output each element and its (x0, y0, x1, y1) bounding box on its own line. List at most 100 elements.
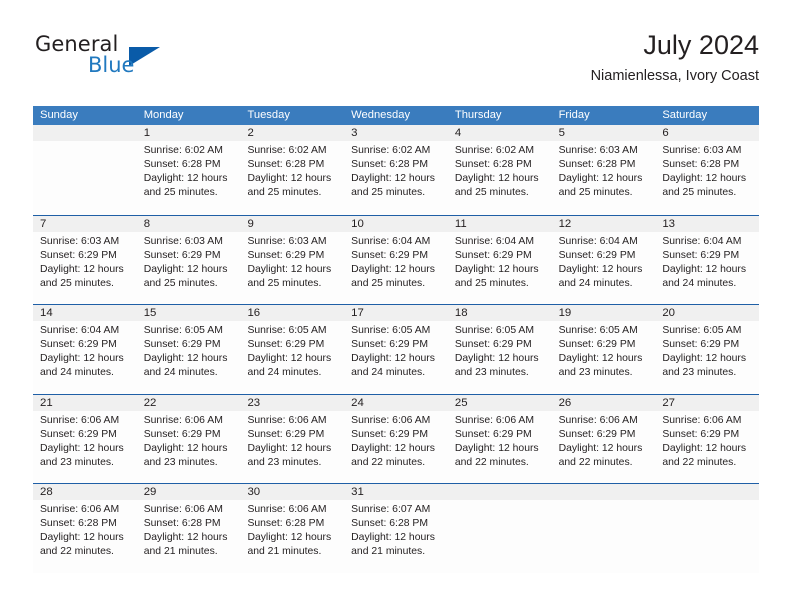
day-details: Sunrise: 6:03 AM Sunset: 6:28 PM Daylight:… (552, 141, 656, 200)
daylight-text: Daylight: 12 hours and 25 minutes. (558, 173, 643, 199)
day-cell-empty (33, 125, 137, 215)
day-details: Sunrise: 6:02 AM Sunset: 6:28 PM Daylight:… (344, 141, 448, 200)
day-details: Sunrise: 6:05 AM Sunset: 6:29 PM Daylight:… (344, 321, 448, 380)
day-cell[interactable]: 23 Sunrise: 6:06 AM Sunset: 6:29 PM Dayligh… (240, 394, 345, 483)
daylight-text: Daylight: 12 hours and 25 minutes. (143, 173, 228, 199)
day-cell[interactable]: 22 Sunrise: 6:06 AM Sunset: 6:29 PM Dayligh… (136, 394, 241, 483)
daylight-text: Daylight: 12 hours and 25 minutes. (247, 263, 332, 289)
day-details: Sunrise: 6:06 AM Sunset: 6:28 PM Daylight:… (137, 500, 241, 559)
day-number: 6 (655, 125, 760, 141)
sunrise-text: Sunrise: 6:03 AM (247, 235, 327, 247)
dow-header-friday: Friday (558, 109, 590, 121)
sunrise-text: Sunrise: 6:05 AM (351, 325, 431, 336)
week-row: 21 Sunrise: 6:06 AM Sunset: 6:29 PM Dayligh… (33, 393, 760, 483)
daylight-text: Daylight: 12 hours and 23 minutes. (558, 353, 643, 379)
day-cell[interactable]: 8 Sunrise: 6:03 AM Sunset: 6:29 PM Daylight… (136, 215, 241, 304)
day-number (33, 125, 137, 141)
day-cell[interactable]: 11 Sunrise: 6:04 AM Sunset: 6:29 PM Dayligh… (447, 215, 552, 304)
day-cell[interactable]: 3 Sunrise: 6:02 AM Sunset: 6:28 PM Daylight… (344, 125, 448, 215)
day-number: 17 (344, 305, 448, 321)
daylight-text: Daylight: 12 hours and 24 minutes. (143, 353, 228, 379)
sunset-text: Sunset: 6:29 PM (40, 428, 117, 440)
sunset-text: Sunset: 6:29 PM (351, 428, 428, 440)
dow-header-sunday: Sunday (40, 109, 78, 121)
sunrise-text: Sunrise: 6:06 AM (558, 414, 638, 426)
day-cell[interactable]: 14 Sunrise: 6:04 AM Sunset: 6:29 PM Dayligh… (33, 305, 137, 394)
dow-header-wednesday: Wednesday (351, 109, 411, 121)
daylight-text: Daylight: 12 hours and 24 minutes. (351, 353, 435, 379)
sunrise-text: Sunrise: 6:06 AM (143, 414, 223, 426)
day-cell[interactable]: 5 Sunrise: 6:03 AM Sunset: 6:28 PM Daylight… (551, 125, 656, 215)
sunrise-text: Sunrise: 6:04 AM (454, 235, 535, 247)
sunrise-text: Sunrise: 6:04 AM (351, 235, 431, 247)
day-cell[interactable]: 30 Sunrise: 6:06 AM Sunset: 6:28 PM Dayligh… (240, 484, 345, 573)
logo-text-blue: Blue (88, 53, 135, 77)
sunrise-text: Sunrise: 6:06 AM (40, 414, 120, 426)
day-cell[interactable]: 19 Sunrise: 6:05 AM Sunset: 6:29 PM Dayligh… (551, 305, 656, 394)
day-number: 13 (655, 215, 760, 232)
day-cell[interactable]: 10 Sunrise: 6:04 AM Sunset: 6:29 PM Dayligh… (344, 215, 448, 304)
day-details: Sunrise: 6:05 AM Sunset: 6:29 PM Daylight:… (137, 321, 241, 380)
day-number: 22 (136, 394, 241, 411)
day-cell[interactable]: 16 Sunrise: 6:05 AM Sunset: 6:29 PM Dayligh… (240, 305, 345, 394)
sunset-text: Sunset: 6:28 PM (351, 159, 428, 171)
sunrise-text: Sunrise: 6:03 AM (143, 235, 223, 247)
sunrise-text: Sunrise: 6:02 AM (143, 145, 223, 156)
day-details: Sunrise: 6:04 AM Sunset: 6:29 PM Daylight:… (552, 232, 656, 291)
daylight-text: Daylight: 12 hours and 24 minutes. (247, 353, 332, 379)
day-cell[interactable]: 6 Sunrise: 6:03 AM Sunset: 6:28 PM Daylight… (655, 125, 760, 215)
day-number (447, 484, 552, 500)
day-cell[interactable]: 17 Sunrise: 6:05 AM Sunset: 6:29 PM Dayligh… (344, 305, 448, 394)
day-cell[interactable]: 7 Sunrise: 6:03 AM Sunset: 6:29 PM Daylight… (33, 215, 137, 304)
day-cell[interactable]: 28 Sunrise: 6:06 AM Sunset: 6:28 PM Dayligh… (33, 484, 137, 573)
sunset-text: Sunset: 6:29 PM (454, 339, 532, 351)
day-cell[interactable]: 18 Sunrise: 6:05 AM Sunset: 6:29 PM Dayligh… (447, 305, 552, 394)
sunset-text: Sunset: 6:29 PM (40, 249, 117, 261)
day-details: Sunrise: 6:05 AM Sunset: 6:29 PM Daylight:… (552, 321, 656, 380)
day-cell[interactable]: 4 Sunrise: 6:02 AM Sunset: 6:28 PM Daylight… (447, 125, 552, 215)
day-cell[interactable]: 15 Sunrise: 6:05 AM Sunset: 6:29 PM Dayligh… (136, 305, 241, 394)
day-number: 12 (551, 215, 656, 232)
general-blue-logo[interactable]: General Blue (33, 34, 253, 90)
day-cell[interactable]: 31 Sunrise: 6:07 AM Sunset: 6:28 PM Dayligh… (344, 484, 448, 573)
sunset-text: Sunset: 6:29 PM (247, 249, 325, 261)
day-cell[interactable]: 2 Sunrise: 6:02 AM Sunset: 6:28 PM Daylight… (240, 125, 345, 215)
week-row: 28 Sunrise: 6:06 AM Sunset: 6:28 PM Dayligh… (33, 483, 760, 573)
dow-header-thursday: Thursday (454, 109, 502, 121)
sunset-text: Sunset: 6:29 PM (143, 428, 221, 440)
day-details: Sunrise: 6:02 AM Sunset: 6:28 PM Daylight:… (240, 141, 344, 200)
day-cell[interactable]: 29 Sunrise: 6:06 AM Sunset: 6:28 PM Dayligh… (136, 484, 241, 573)
day-cell[interactable]: 25 Sunrise: 6:06 AM Sunset: 6:29 PM Dayligh… (447, 394, 552, 483)
sunset-text: Sunset: 6:29 PM (40, 339, 117, 351)
day-cell[interactable]: 20 Sunrise: 6:05 AM Sunset: 6:29 PM Dayligh… (655, 305, 760, 394)
sunset-text: Sunset: 6:29 PM (558, 428, 636, 440)
day-details: Sunrise: 6:06 AM Sunset: 6:28 PM Daylight:… (240, 500, 344, 559)
day-cell[interactable]: 1 Sunrise: 6:02 AM Sunset: 6:28 PM Daylight… (136, 125, 241, 215)
sunset-text: Sunset: 6:29 PM (454, 428, 532, 440)
day-number: 26 (551, 394, 656, 411)
sunrise-text: Sunrise: 6:05 AM (454, 325, 535, 336)
sunrise-text: Sunrise: 6:02 AM (351, 145, 431, 156)
day-cell[interactable]: 13 Sunrise: 6:04 AM Sunset: 6:29 PM Dayligh… (655, 215, 760, 304)
daylight-text: Daylight: 12 hours and 23 minutes. (454, 353, 539, 379)
day-number (551, 484, 656, 500)
sunrise-text: Sunrise: 6:06 AM (662, 414, 742, 426)
day-number: 19 (551, 305, 656, 321)
sunrise-text: Sunrise: 6:06 AM (247, 504, 327, 515)
day-details: Sunrise: 6:06 AM Sunset: 6:29 PM Daylight:… (33, 411, 137, 470)
day-number: 3 (344, 125, 448, 141)
daylight-text: Daylight: 12 hours and 25 minutes. (351, 173, 435, 199)
day-cell[interactable]: 9 Sunrise: 6:03 AM Sunset: 6:29 PM Daylight… (240, 215, 345, 304)
day-cell-empty (551, 484, 656, 573)
day-details: Sunrise: 6:04 AM Sunset: 6:29 PM Daylight:… (448, 232, 552, 291)
day-cell[interactable]: 27 Sunrise: 6:06 AM Sunset: 6:29 PM Dayligh… (655, 394, 760, 483)
day-number: 1 (136, 125, 241, 141)
day-number: 7 (33, 215, 137, 232)
day-number: 11 (447, 215, 552, 232)
sunset-text: Sunset: 6:28 PM (143, 518, 221, 530)
day-cell[interactable]: 12 Sunrise: 6:04 AM Sunset: 6:29 PM Dayligh… (551, 215, 656, 304)
day-cell[interactable]: 24 Sunrise: 6:06 AM Sunset: 6:29 PM Dayligh… (344, 394, 448, 483)
day-details: Sunrise: 6:03 AM Sunset: 6:29 PM Daylight:… (33, 232, 137, 291)
day-cell[interactable]: 21 Sunrise: 6:06 AM Sunset: 6:29 PM Dayligh… (33, 394, 137, 483)
day-cell[interactable]: 26 Sunrise: 6:06 AM Sunset: 6:29 PM Dayligh… (551, 394, 656, 483)
